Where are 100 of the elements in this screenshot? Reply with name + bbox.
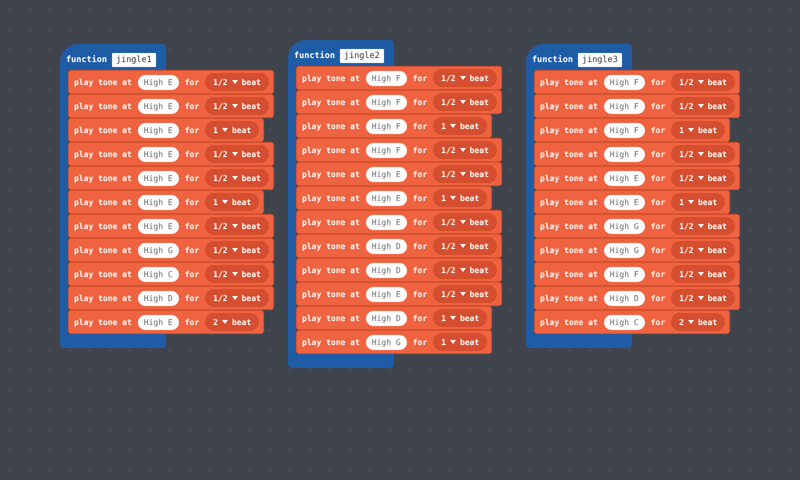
function-name-field[interactable]: jingle3 xyxy=(578,53,622,67)
note-field[interactable]: High D xyxy=(604,290,645,306)
play-tone-block[interactable]: play tone at High C for 2 beat xyxy=(534,310,730,334)
duration-dropdown[interactable]: 1/2 beat xyxy=(433,93,497,111)
note-field[interactable]: High D xyxy=(366,262,407,278)
duration-dropdown[interactable]: 1/2 beat xyxy=(671,73,735,91)
play-tone-block[interactable]: play tone at High F for 1/2 beat xyxy=(534,262,740,286)
note-field[interactable]: High F xyxy=(366,70,407,86)
play-tone-block[interactable]: play tone at High E for 1/2 beat xyxy=(68,94,274,118)
play-tone-block[interactable]: play tone at High E for 1/2 beat xyxy=(296,162,502,186)
duration-dropdown[interactable]: 1/2 beat xyxy=(671,169,735,187)
play-tone-block[interactable]: play tone at High E for 1/2 beat xyxy=(68,70,274,94)
duration-dropdown[interactable]: 1/2 beat xyxy=(433,237,497,255)
note-field[interactable]: High E xyxy=(366,166,407,182)
duration-dropdown[interactable]: 2 beat xyxy=(671,313,726,331)
note-field[interactable]: High C xyxy=(604,314,645,330)
duration-dropdown[interactable]: 1/2 beat xyxy=(205,289,269,307)
duration-dropdown[interactable]: 1/2 beat xyxy=(205,97,269,115)
duration-dropdown[interactable]: 1/2 beat xyxy=(671,97,735,115)
play-tone-block[interactable]: play tone at High E for 1/2 beat xyxy=(296,282,502,306)
play-tone-block[interactable]: play tone at High F for 1/2 beat xyxy=(534,94,740,118)
note-field[interactable]: High C xyxy=(138,266,179,282)
play-tone-block[interactable]: play tone at High E for 1/2 beat xyxy=(68,166,274,190)
note-field[interactable]: High E xyxy=(604,170,645,186)
play-tone-block[interactable]: play tone at High F for 1/2 beat xyxy=(296,138,502,162)
function-name-field[interactable]: jingle1 xyxy=(112,53,156,67)
note-field[interactable]: High E xyxy=(366,190,407,206)
duration-dropdown[interactable]: 1 beat xyxy=(433,309,488,327)
duration-dropdown[interactable]: 2 beat xyxy=(205,313,260,331)
note-field[interactable]: High F xyxy=(366,118,407,134)
play-tone-block[interactable]: play tone at High D for 1 beat xyxy=(296,306,492,330)
note-field[interactable]: High E xyxy=(138,194,179,210)
note-field[interactable]: High D xyxy=(138,290,179,306)
duration-dropdown[interactable]: 1/2 beat xyxy=(671,241,735,259)
duration-dropdown[interactable]: 1 beat xyxy=(433,333,488,351)
play-tone-block[interactable]: play tone at High F for 1 beat xyxy=(296,114,492,138)
note-field[interactable]: High E xyxy=(138,146,179,162)
duration-dropdown[interactable]: 1/2 beat xyxy=(205,241,269,259)
duration-dropdown[interactable]: 1 beat xyxy=(671,193,726,211)
duration-dropdown[interactable]: 1/2 beat xyxy=(671,289,735,307)
note-field[interactable]: High E xyxy=(138,218,179,234)
play-tone-block[interactable]: play tone at High F for 1/2 beat xyxy=(296,66,502,90)
duration-dropdown[interactable]: 1 beat xyxy=(205,193,260,211)
play-tone-block[interactable]: play tone at High D for 1/2 beat xyxy=(296,258,502,282)
note-field[interactable]: High E xyxy=(366,214,407,230)
note-field[interactable]: High G xyxy=(604,242,645,258)
play-tone-block[interactable]: play tone at High E for 1 beat xyxy=(534,190,730,214)
function-header[interactable]: function jingle2 xyxy=(288,40,394,66)
note-field[interactable]: High F xyxy=(366,94,407,110)
duration-dropdown[interactable]: 1 beat xyxy=(205,121,260,139)
note-field[interactable]: High G xyxy=(604,218,645,234)
play-tone-block[interactable]: play tone at High E for 1/2 beat xyxy=(68,142,274,166)
duration-dropdown[interactable]: 1/2 beat xyxy=(433,285,497,303)
play-tone-block[interactable]: play tone at High D for 1/2 beat xyxy=(534,286,740,310)
function-header[interactable]: function jingle1 xyxy=(60,44,166,70)
duration-dropdown[interactable]: 1 beat xyxy=(433,189,488,207)
play-tone-block[interactable]: play tone at High F for 1/2 beat xyxy=(534,142,740,166)
duration-dropdown[interactable]: 1/2 beat xyxy=(205,217,269,235)
play-tone-block[interactable]: play tone at High E for 1 beat xyxy=(68,118,264,142)
duration-dropdown[interactable]: 1/2 beat xyxy=(671,145,735,163)
note-field[interactable]: High E xyxy=(366,286,407,302)
note-field[interactable]: High F xyxy=(604,122,645,138)
play-tone-block[interactable]: play tone at High G for 1 beat xyxy=(296,330,492,354)
play-tone-block[interactable]: play tone at High D for 1/2 beat xyxy=(296,234,502,258)
duration-dropdown[interactable]: 1 beat xyxy=(671,121,726,139)
play-tone-block[interactable]: play tone at High F for 1 beat xyxy=(534,118,730,142)
duration-dropdown[interactable]: 1/2 beat xyxy=(205,169,269,187)
play-tone-block[interactable]: play tone at High E for 1/2 beat xyxy=(68,214,274,238)
duration-dropdown[interactable]: 1/2 beat xyxy=(671,265,735,283)
note-field[interactable]: High D xyxy=(366,238,407,254)
note-field[interactable]: High E xyxy=(138,122,179,138)
play-tone-block[interactable]: play tone at High G for 1/2 beat xyxy=(534,238,740,262)
note-field[interactable]: High G xyxy=(366,334,407,350)
note-field[interactable]: High F xyxy=(604,266,645,282)
note-field[interactable]: High E xyxy=(138,74,179,90)
function-name-field[interactable]: jingle2 xyxy=(340,49,384,63)
play-tone-block[interactable]: play tone at High D for 1/2 beat xyxy=(68,286,274,310)
play-tone-block[interactable]: play tone at High E for 1 beat xyxy=(296,186,492,210)
play-tone-block[interactable]: play tone at High G for 1/2 beat xyxy=(534,214,740,238)
note-field[interactable]: High E xyxy=(138,98,179,114)
duration-dropdown[interactable]: 1/2 beat xyxy=(433,261,497,279)
play-tone-block[interactable]: play tone at High F for 1/2 beat xyxy=(534,70,740,94)
note-field[interactable]: High F xyxy=(604,98,645,114)
duration-dropdown[interactable]: 1/2 beat xyxy=(205,73,269,91)
play-tone-block[interactable]: play tone at High G for 1/2 beat xyxy=(68,238,274,262)
duration-dropdown[interactable]: 1 beat xyxy=(433,117,488,135)
duration-dropdown[interactable]: 1/2 beat xyxy=(433,213,497,231)
duration-dropdown[interactable]: 1/2 beat xyxy=(671,217,735,235)
note-field[interactable]: High F xyxy=(366,142,407,158)
duration-dropdown[interactable]: 1/2 beat xyxy=(433,165,497,183)
duration-dropdown[interactable]: 1/2 beat xyxy=(205,145,269,163)
duration-dropdown[interactable]: 1/2 beat xyxy=(205,265,269,283)
play-tone-block[interactable]: play tone at High E for 1/2 beat xyxy=(296,210,502,234)
note-field[interactable]: High G xyxy=(138,242,179,258)
function-header[interactable]: function jingle3 xyxy=(526,44,632,70)
note-field[interactable]: High E xyxy=(138,314,179,330)
duration-dropdown[interactable]: 1/2 beat xyxy=(433,69,497,87)
note-field[interactable]: High D xyxy=(366,310,407,326)
duration-dropdown[interactable]: 1/2 beat xyxy=(433,141,497,159)
play-tone-block[interactable]: play tone at High F for 1/2 beat xyxy=(296,90,502,114)
